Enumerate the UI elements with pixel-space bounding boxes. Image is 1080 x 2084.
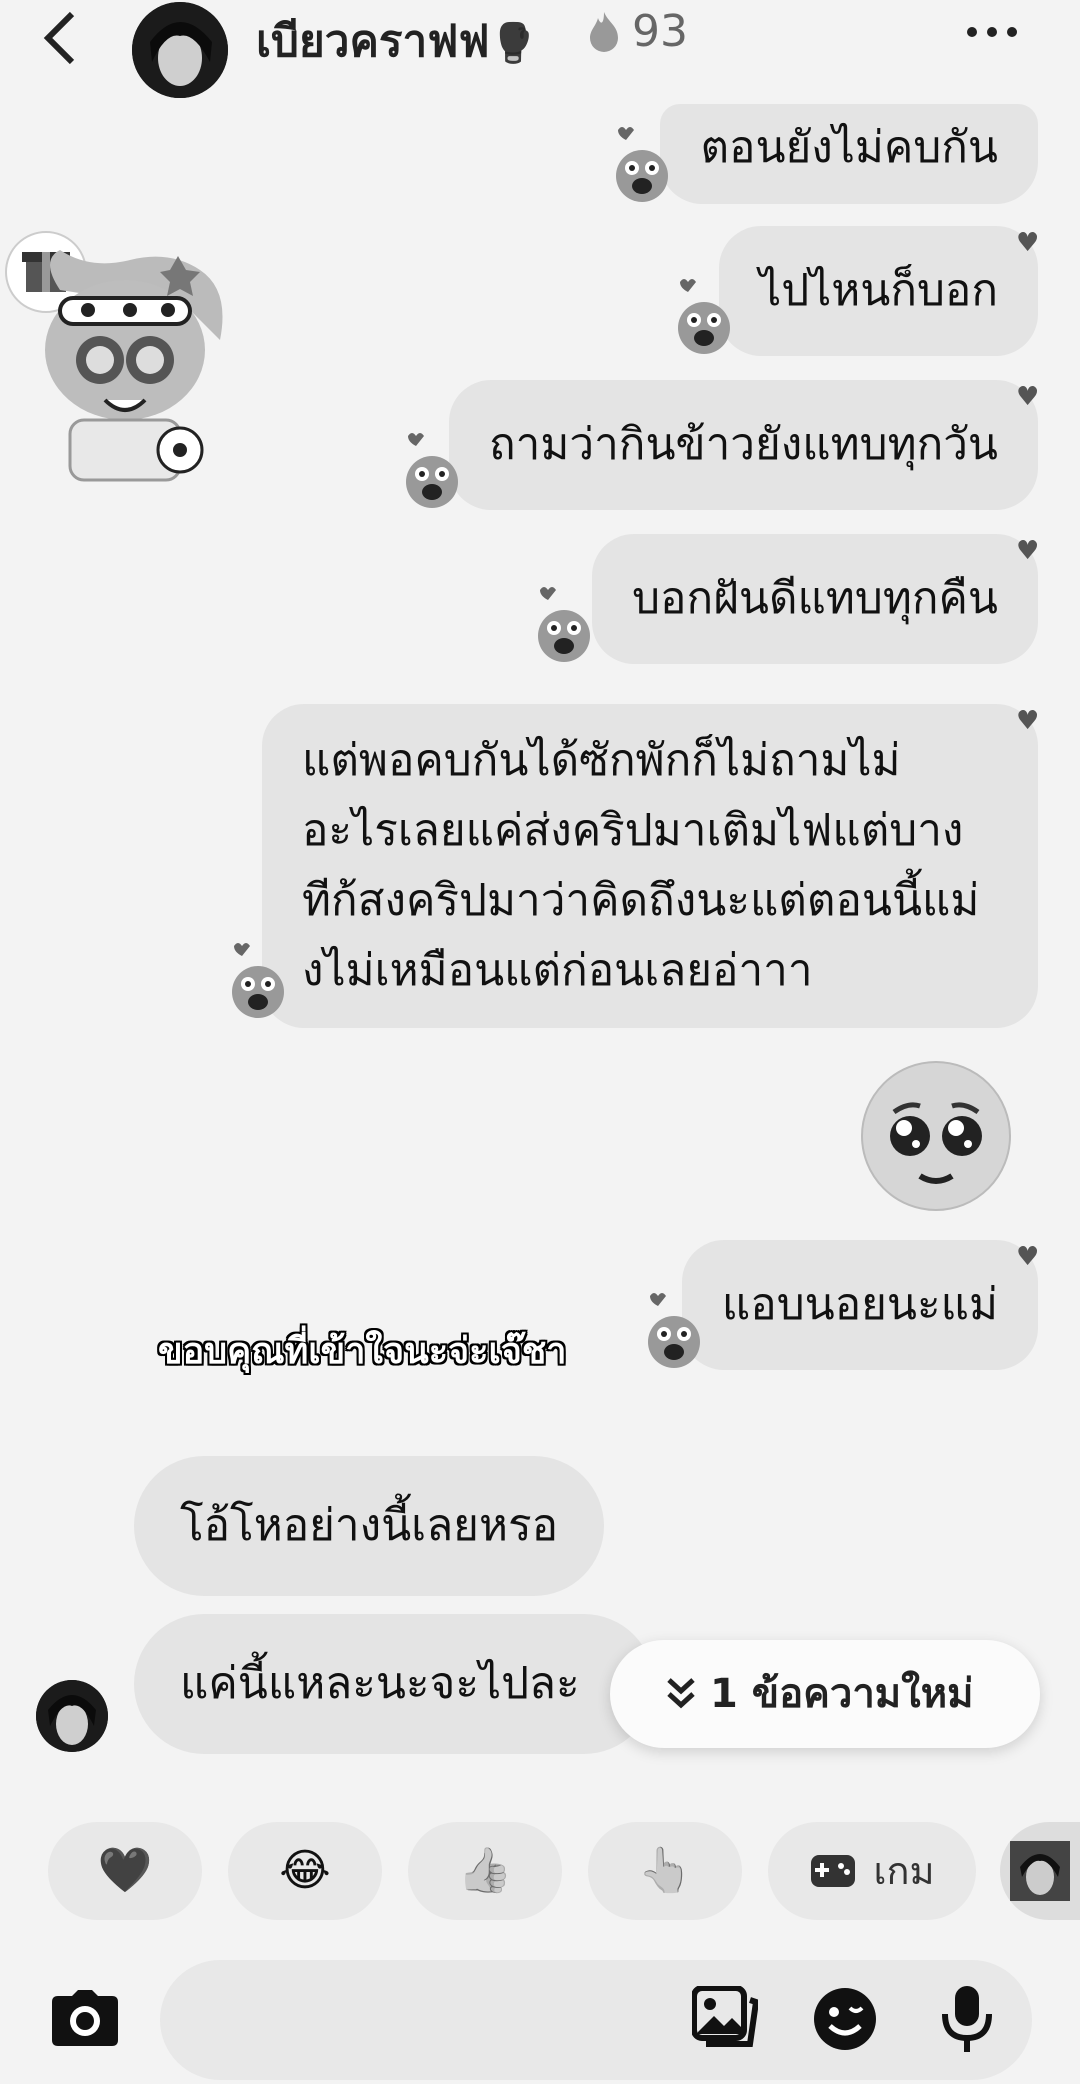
boxing-glove-icon: 🥊 <box>489 21 537 65</box>
new-messages-button[interactable]: 1 ข้อความใหม่ <box>610 1640 1040 1748</box>
streak-count: 93 <box>632 6 688 57</box>
message-bubble[interactable]: ไปไหนก็บอก <box>719 226 1038 356</box>
reaction-sticker-icon <box>610 124 672 202</box>
overlay-caption: ขอบคุณที่เข้าใจนะจ่ะเจ๊ชา <box>158 1331 567 1372</box>
avatar-image <box>36 1680 108 1752</box>
thumbs-up-icon: 👍 <box>457 1845 513 1896</box>
message-bubble[interactable]: ถามว่ากินข้าวยังแทบทุกวัน <box>449 380 1038 510</box>
message-bubble[interactable]: แค่นี้แหละนะจะไปละ <box>134 1614 654 1754</box>
quick-heart-button[interactable]: 🖤 <box>48 1822 202 1920</box>
microphone-icon <box>942 1986 992 2052</box>
avatar-image <box>132 2 228 98</box>
double-chevron-down-icon <box>667 1678 695 1709</box>
gallery-button[interactable] <box>691 1985 760 2052</box>
message-bubble[interactable]: แอบนอยนะแม่ <box>681 1240 1038 1370</box>
character-sticker <box>0 230 240 500</box>
microphone-button[interactable] <box>940 1984 994 2058</box>
camera-icon <box>52 1990 118 2046</box>
back-button[interactable] <box>40 10 90 65</box>
message-bubble[interactable]: ตอนยังไม่คบกัน <box>660 104 1038 204</box>
reaction-sticker-icon <box>672 276 734 354</box>
reaction-sticker-icon <box>400 430 462 508</box>
sticker-button[interactable] <box>812 1986 878 2056</box>
quick-thumbs-up-button[interactable]: 👍 <box>408 1822 562 1920</box>
message-bubble[interactable]: บอกฝันดีแทบทุกคืน <box>592 534 1038 664</box>
contact-avatar[interactable] <box>132 2 228 98</box>
camera-button[interactable] <box>50 1990 120 2050</box>
heart-icon: ♥ <box>1016 228 1040 258</box>
quick-laugh-button[interactable]: 😂 <box>228 1822 382 1920</box>
fire-icon <box>586 10 622 62</box>
gamepad-icon <box>811 1854 856 1887</box>
image-icon <box>691 1985 760 2047</box>
heart-icon: ♥ <box>1016 706 1040 736</box>
message-bubble[interactable]: โอ้โหอย่างนี้เลยหรอ <box>134 1456 605 1596</box>
profile-thumbnail <box>1010 1841 1070 1901</box>
pointing-hand-icon: 👆 <box>637 1845 693 1896</box>
quick-point-button[interactable]: 👆 <box>588 1822 742 1920</box>
message-input[interactable] <box>160 1960 1032 2080</box>
pleading-face-emoji[interactable]: 🥺 <box>858 1058 1014 1214</box>
laugh-icon: 😂 <box>279 1845 331 1896</box>
heart-icon: ♥ <box>1016 1242 1040 1272</box>
profile-shortcut[interactable] <box>1000 1822 1080 1920</box>
heart-icon: ♥ <box>1016 382 1040 412</box>
reaction-sticker-icon <box>642 1290 704 1368</box>
more-button[interactable] <box>962 0 1022 73</box>
chevron-left-icon <box>43 11 75 65</box>
reaction-sticker-icon <box>226 940 288 1018</box>
reaction-sticker-icon <box>532 584 594 662</box>
contact-avatar-small[interactable] <box>36 1680 108 1752</box>
message-bubble[interactable]: แต่พอคบกันได้ซักพักก็ไม่ถามไม่ อะไรเลยแค… <box>262 704 1038 1028</box>
heart-icon: 🖤 <box>97 1845 153 1896</box>
heart-icon: ♥ <box>1016 536 1040 566</box>
games-button[interactable]: เกม <box>768 1822 976 1920</box>
more-icon <box>967 27 1017 37</box>
sticker-icon <box>814 1988 876 2050</box>
chat-title[interactable]: เบียวคราฟฟ🥊 <box>256 6 537 76</box>
